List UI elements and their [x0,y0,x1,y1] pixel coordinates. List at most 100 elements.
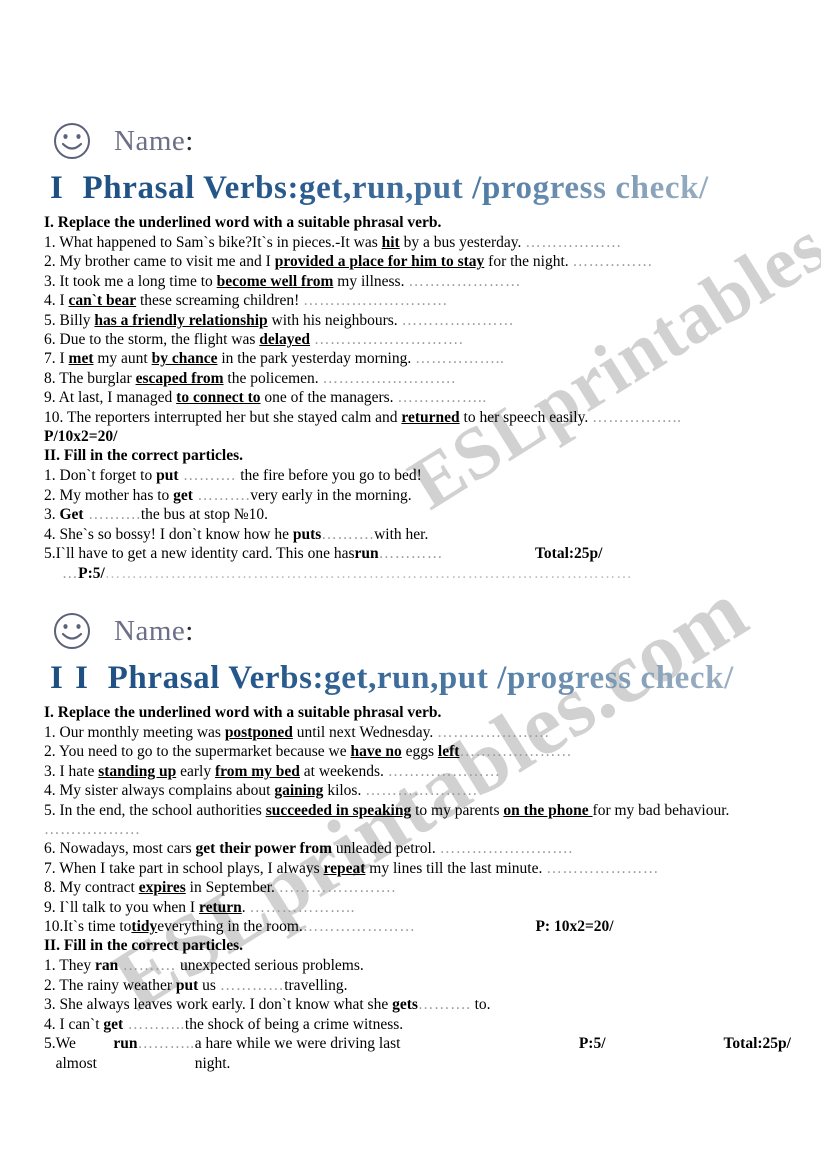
underlined-phrase: postponed [224,724,293,741]
final-item-number: 5. [44,1035,56,1053]
question-number: 7. [44,859,60,877]
question-text: the policemen. [223,369,323,387]
question-text: My brother came to visit me and I [59,253,275,271]
section-two-last-row: 5. I`ll have to get a new identity card. … [44,544,791,563]
underlined-phrase: escaped from [135,369,224,387]
question-number: 8. [44,879,60,897]
question-number: 8. [44,369,60,387]
question-number: 1. [44,234,60,251]
section-one-score-two: P: 10x2=20/ [535,918,614,936]
question-text: You need to go to the supermarket becaus… [58,743,351,761]
question-text: to. [470,996,491,1014]
bold-verb: get [173,486,193,504]
name-row-one: Name: [52,118,821,164]
points-line-one: …P:5/…………………………………………………………………………………… [62,564,791,583]
question-continuation-dots: ……………… [44,820,791,839]
underlined-phrase: expires [138,879,186,897]
worksheet-one: Name: I Phrasal Verbs:get,run,put /progr… [0,118,821,583]
question-number: 2. [44,976,60,994]
underlined-phrase: become well from [216,272,334,290]
answer-dots: ……………….. [249,898,356,916]
last-item-text: I`ll have to get a new identity card. Th… [55,545,355,563]
question-item: 3. Get ……….the bus at stop №10. [44,505,791,524]
smiley-face-icon [54,123,90,159]
question-number: 5. [44,801,60,819]
question-text: to her speech easily. [459,408,593,426]
question-text: in the park yesterday morning. [217,350,416,368]
question-text: The burglar [59,369,136,387]
question-text: until next Wednesday. [292,724,438,741]
underlined-phrase: standing up [98,762,177,780]
answer-dots: …………………. [278,879,396,897]
question-item: 1. Don`t forget to put ………. the fire bef… [44,466,791,485]
underlined-phrase: hit [381,234,400,251]
question-text: with her. [374,525,429,543]
bold-verb: get their power from [195,840,332,858]
underlined-phrase: provided a place for him to stay [274,253,485,271]
question-text: travelling. [284,976,348,994]
section-two-heading-two: II. Fill in the correct particles. [44,937,244,955]
question-number: 2. [44,743,59,761]
last-item-number: 5. [44,545,56,563]
answer-dots: ………………… [401,311,515,329]
final-item-text-before: We almost [55,1035,97,1072]
answer-dots: ………. [192,486,251,504]
points-lead-dots: … [62,564,79,582]
question-text: Our monthly meeting was [59,724,225,741]
bold-verb: get [103,1015,124,1033]
question-item: 1. Our monthly meeting was postponed unt… [44,723,791,742]
question-item: 4. I can`t bear these screaming children… [44,291,791,310]
bold-verb: puts [292,525,322,543]
question-text: It took me a long time to [59,272,217,290]
section-one-last-row-two: 10. It`s time to tidy everything in the r… [44,917,791,936]
question-item: 5. Billy has a friendly relationship wit… [44,311,791,330]
question-item: 8. My contract expires in September. ………… [44,878,791,897]
answer-dots: ………… [219,976,285,994]
question-text: eggs [401,743,438,761]
section-one-score: P/10x2=20/ [44,428,118,446]
question-text: to my parents [411,801,504,819]
answer-dots: ………. [118,957,180,975]
underlined-phrase: repeat [323,859,366,877]
question-text: I hate [59,762,99,780]
question-text: unexpected serious problems. [179,957,364,975]
name-colon-one: : [185,124,194,157]
final-item-verb: run [113,1035,138,1053]
answer-dots: …………… [572,253,654,271]
question-number: 1. [44,467,60,485]
points-label-two: P:5/ [578,1035,606,1053]
question-item: 4. I can`t get ………..the shock of being a… [44,1015,791,1034]
answer-dots: ……………… [525,234,622,251]
question-text: the fire before you go to bed! [240,467,422,485]
question-text: unleaded petrol. [331,840,440,858]
last-item-verb: run [354,545,379,563]
question-text: They [59,957,95,975]
answer-dots: ……………………… [303,292,449,310]
smiley-face-icon [54,613,90,649]
question-item: 9. At last, I managed to connect to one … [44,388,791,407]
answer-dots: ………………………. [313,331,464,349]
name-word-one: Name [114,124,186,157]
name-word-two: Name [114,614,186,647]
name-label-two: Name: [114,615,194,648]
section-one-items: 1. What happened to Sam`s bike?It`s in p… [44,233,791,427]
question-text: Don`t forget to [59,467,157,485]
question-item: 6. Due to the storm, the flight was dela… [44,330,791,349]
question-text: My mother has to [59,486,174,504]
question-item: 2. The rainy weather put us …………travelli… [44,976,791,995]
question-text: In the end, the school authorities [59,801,266,819]
question-number: 4. [44,292,60,310]
section-two-heading: II. Fill in the correct particles. [44,447,244,465]
question-item: 10. The reporters interrupted her but sh… [44,408,791,427]
answer-dots: …………….. [397,389,487,407]
question-item: 5. In the end, the school authorities su… [44,801,791,820]
underlined-phrase: from my bed [214,762,300,780]
section-one-heading: I. Replace the underlined word with a su… [44,214,442,231]
question-number: 9. [44,898,60,916]
total-score-two: Total:25p/ [723,1035,791,1053]
question-text: I`ll talk to you when I [59,898,199,916]
question-number: 7. [44,350,60,368]
answer-dots: ………. [83,506,141,524]
answer-dots: ……………………. [439,840,573,858]
question-number: 5. [44,311,60,329]
